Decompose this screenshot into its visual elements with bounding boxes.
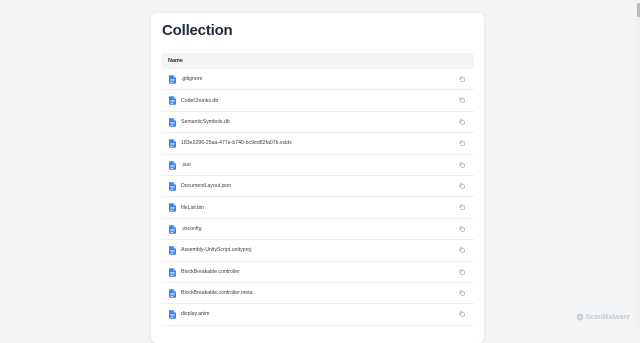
- table-row[interactable]: 183e2296-25aa-477e-b740-bc9ed82fa07b.vsi…: [161, 133, 474, 155]
- copy-icon[interactable]: [459, 140, 465, 146]
- copy-icon[interactable]: [459, 162, 465, 168]
- file-name[interactable]: CodeChunks.db: [181, 98, 218, 104]
- collection-card: Collection Name .gitignore CodeChunks.db S…: [151, 13, 484, 343]
- table-row[interactable]: SemanticSymbols.db: [161, 112, 474, 134]
- table-row[interactable]: Assembly-UnityScript.unityproj: [161, 240, 474, 262]
- file-name[interactable]: SemanticSymbols.db: [181, 119, 230, 125]
- page-scrollbar[interactable]: [636, 0, 640, 331]
- watermark: ScanMalware: [576, 313, 630, 321]
- copy-icon[interactable]: [459, 226, 465, 232]
- file-table: Name .gitignore CodeChunks.db SemanticSymb…: [161, 53, 474, 326]
- file-name[interactable]: DocumentLayout.json: [181, 183, 231, 189]
- file-name[interactable]: .suo: [181, 162, 191, 168]
- file-rows: .gitignore CodeChunks.db SemanticSymbols.d…: [161, 69, 474, 326]
- copy-icon[interactable]: [459, 269, 465, 275]
- file-name[interactable]: display.anim: [181, 311, 209, 317]
- table-row[interactable]: fileList.bin: [161, 197, 474, 219]
- table-row[interactable]: .vsconfig: [161, 219, 474, 241]
- copy-icon[interactable]: [459, 119, 465, 125]
- watermark-text: ScanMalware: [585, 313, 630, 321]
- copy-icon[interactable]: [459, 290, 465, 296]
- file-icon: [169, 96, 176, 106]
- table-row[interactable]: DocumentLayout.json: [161, 176, 474, 198]
- scrollbar-thumb[interactable]: [636, 3, 640, 17]
- file-icon: [169, 182, 176, 191]
- file-name[interactable]: 183e2296-25aa-477e-b740-bc9ed82fa07b.vsi…: [181, 140, 292, 146]
- table-row[interactable]: .suo: [161, 155, 474, 176]
- copy-icon[interactable]: [459, 247, 465, 253]
- file-name[interactable]: .gitignore: [181, 76, 202, 82]
- copy-icon[interactable]: [459, 76, 465, 82]
- file-icon: [169, 289, 176, 298]
- copy-icon[interactable]: [459, 183, 465, 189]
- file-icon: [169, 118, 176, 127]
- file-icon: [169, 225, 176, 234]
- scanmalware-logo-icon: [576, 313, 583, 321]
- file-name[interactable]: BlockBreakable.controller: [181, 269, 240, 275]
- copy-icon[interactable]: [459, 204, 465, 211]
- table-row[interactable]: CodeChunks.db: [161, 90, 474, 112]
- file-name[interactable]: BlockBreakable.controller.meta: [181, 290, 253, 296]
- copy-icon[interactable]: [459, 311, 465, 317]
- file-icon: [169, 75, 176, 84]
- table-row[interactable]: BlockBreakable.controller: [161, 262, 474, 283]
- table-row[interactable]: BlockBreakable.controller.meta: [161, 283, 474, 305]
- file-name[interactable]: .vsconfig: [181, 226, 201, 232]
- file-icon: [169, 203, 176, 213]
- file-name[interactable]: fileList.bin: [181, 205, 204, 211]
- file-icon: [169, 160, 176, 170]
- table-row[interactable]: display.anim: [161, 304, 474, 326]
- column-header-name: Name: [168, 58, 183, 64]
- table-header: Name: [161, 53, 474, 69]
- file-icon: [169, 139, 176, 148]
- page-title: Collection: [162, 22, 233, 39]
- file-icon: [169, 267, 176, 277]
- file-icon: [169, 246, 176, 255]
- file-icon: [169, 310, 176, 319]
- file-name[interactable]: Assembly-UnityScript.unityproj: [181, 247, 251, 253]
- table-row[interactable]: .gitignore: [161, 69, 474, 91]
- copy-icon[interactable]: [459, 97, 465, 104]
